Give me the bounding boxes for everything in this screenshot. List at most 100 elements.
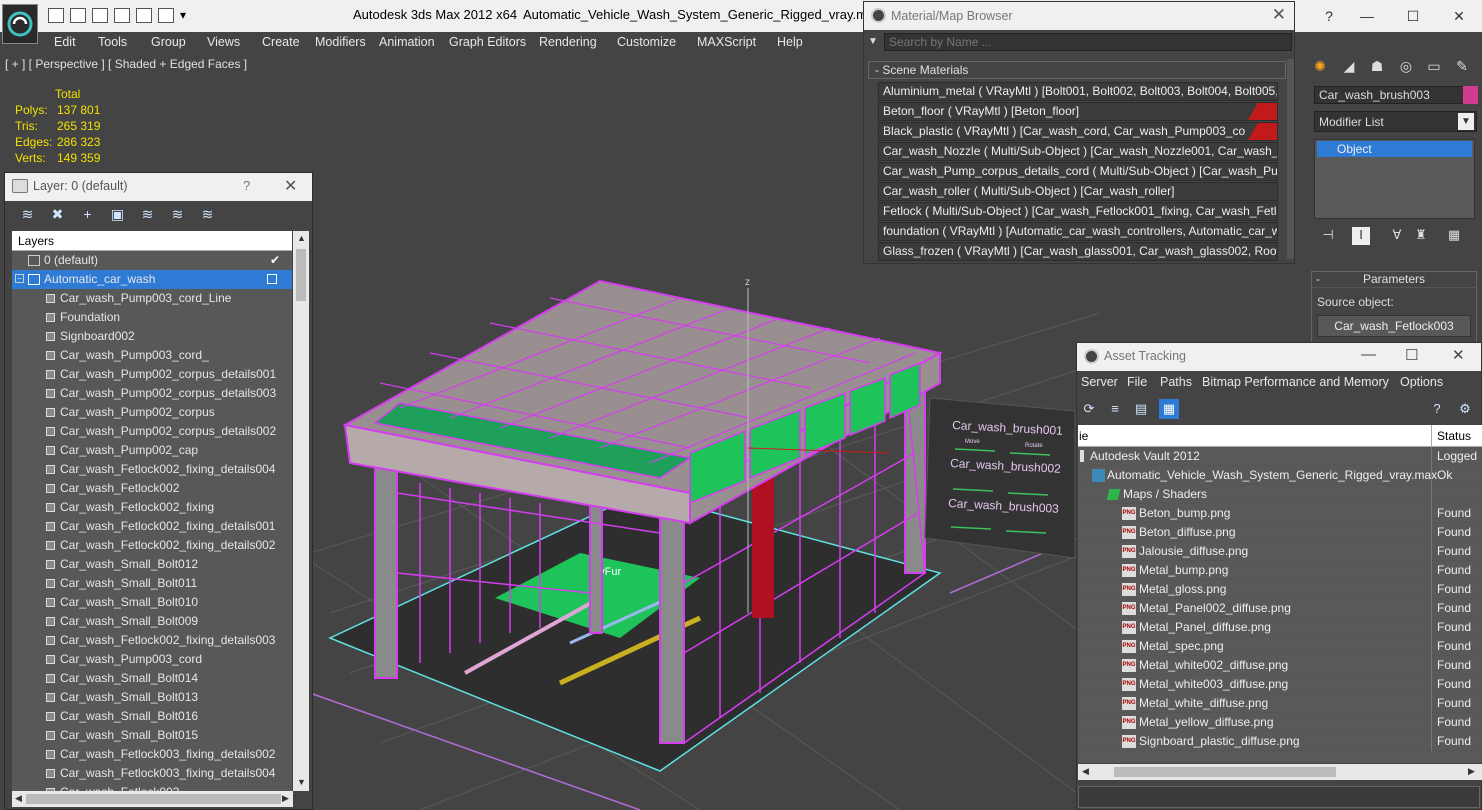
layer-object-row[interactable]: Car_wash_Pump003_cord_ (12, 346, 292, 365)
layer-object-row[interactable]: Car_wash_Small_Bolt013 (12, 688, 292, 707)
layer-object-row[interactable]: Car_wash_Fetlock003_fixing_details002 (12, 745, 292, 764)
maximize-icon[interactable]: ☐ (1390, 0, 1436, 32)
material-row[interactable]: Black_plastic ( VRayMtl ) [Car_wash_cord… (878, 122, 1278, 141)
table-row-vault[interactable]: Autodesk Vault 2012 Logged (1078, 447, 1482, 466)
make-unique-icon[interactable]: ∀ (1388, 227, 1406, 245)
chevron-down-icon[interactable]: ▼ (1458, 113, 1474, 130)
menu-help[interactable]: Help (777, 35, 803, 49)
scroll-up-icon[interactable]: ▲ (297, 233, 306, 243)
menu-options[interactable]: Options (1400, 375, 1443, 389)
select-objects-icon[interactable]: ▣ (109, 207, 126, 222)
menu-animation[interactable]: Animation (379, 35, 435, 49)
add-to-layer-icon[interactable]: + (79, 207, 96, 222)
layer-vertical-scrollbar[interactable]: ▲ ▼ (293, 231, 309, 791)
table-row[interactable]: PNG Beton_bump.png Found (1078, 504, 1482, 523)
hierarchy-tab-icon[interactable]: ☗ (1367, 58, 1387, 78)
configure-sets-icon[interactable]: ▦ (1445, 227, 1463, 245)
material-row[interactable]: Aluminium_metal ( VRayMtl ) [Bolt001, Bo… (878, 82, 1278, 101)
active-layer-icon[interactable] (267, 274, 277, 284)
close-icon[interactable]: ✕ (1452, 346, 1465, 364)
modifier-list-dropdown[interactable]: Modifier List ▼ (1314, 111, 1477, 132)
menu-customize[interactable]: Customize (617, 35, 676, 49)
material-row[interactable]: Car_wash_Pump_corpus_details_cord ( Mult… (878, 162, 1278, 181)
layer-object-row[interactable]: Car_wash_Small_Bolt016 (12, 707, 292, 726)
menu-graph-editors[interactable]: Graph Editors (449, 35, 526, 49)
layer-row-default[interactable]: 0 (default) ✔ (12, 251, 292, 270)
material-search-input[interactable] (884, 33, 1292, 51)
menu-paths[interactable]: Paths (1160, 375, 1192, 389)
table-view-icon[interactable]: ▦ (1159, 399, 1179, 419)
table-row[interactable]: PNG Metal_Panel002_diffuse.png Found (1078, 599, 1482, 618)
material-row[interactable]: Car_wash_Nozzle ( Multi/Sub-Object ) [Ca… (878, 142, 1278, 161)
layer-row-selected[interactable]: − Automatic_car_wash (12, 270, 292, 289)
scroll-left-icon[interactable]: ◀ (1082, 766, 1089, 777)
parameters-header[interactable]: - Parameters (1312, 272, 1476, 288)
context-help-icon[interactable]: ⚙ (1455, 399, 1475, 419)
layer-object-row[interactable]: Car_wash_Fetlock002_fixing_details003 (12, 631, 292, 650)
help-button[interactable]: ? (243, 178, 250, 193)
column-name[interactable]: ie (1079, 429, 1088, 443)
app-logo-icon[interactable] (2, 4, 38, 44)
table-row-maps-folder[interactable]: Maps / Shaders (1078, 485, 1482, 504)
create-layer-icon[interactable]: ≋ (19, 207, 36, 222)
material-list-scrollbar[interactable] (1287, 59, 1294, 259)
table-row[interactable]: PNG Metal_bump.png Found (1078, 561, 1482, 580)
menu-bitmap-performance[interactable]: Bitmap Performance and Memory (1202, 375, 1389, 389)
table-row-file[interactable]: Automatic_Vehicle_Wash_System_Generic_Ri… (1078, 466, 1482, 485)
table-row[interactable]: PNG Metal_white002_diffuse.png Found (1078, 656, 1482, 675)
layer-object-row[interactable]: Car_wash_Small_Bolt015 (12, 726, 292, 745)
menu-maxscript[interactable]: MAXScript (697, 35, 756, 49)
table-row[interactable]: PNG Metal_yellow_diffuse.png Found (1078, 713, 1482, 732)
layer-object-row[interactable]: Car_wash_Pump003_cord_Line (12, 289, 292, 308)
checkmark-icon[interactable]: ✔ (270, 251, 280, 270)
layer-object-row[interactable]: Car_wash_Pump002_corpus_details003 (12, 384, 292, 403)
source-object-button[interactable]: Car_wash_Fetlock003 (1317, 315, 1471, 337)
menu-views[interactable]: Views (207, 35, 240, 49)
delete-layer-icon[interactable]: ✖ (49, 207, 66, 222)
layer-object-row[interactable]: Car_wash_Fetlock003_fixing_details004 (12, 764, 292, 783)
scene-materials-section[interactable]: - Scene Materials (868, 61, 1286, 79)
stack-item-object[interactable]: Object (1317, 141, 1472, 157)
layer-object-row[interactable]: Foundation (12, 308, 292, 327)
hold-icon[interactable] (136, 8, 152, 23)
material-row[interactable]: foundation ( VRayMtl ) [Automatic_car_wa… (878, 222, 1278, 241)
table-row[interactable]: PNG Metal_white_diffuse.png Found (1078, 694, 1482, 713)
layer-object-row[interactable]: Car_wash_Small_Bolt012 (12, 555, 292, 574)
layer-object-row[interactable]: Car_wash_Pump002_corpus_details002 (12, 422, 292, 441)
modify-tab-icon[interactable]: ◢ (1339, 58, 1359, 78)
table-row[interactable]: PNG Metal_gloss.png Found (1078, 580, 1482, 599)
table-row[interactable]: PNG Metal_spec.png Found (1078, 637, 1482, 656)
layer-object-row[interactable]: Car_wash_Pump003_cord (12, 650, 292, 669)
table-row[interactable]: PNG Metal_Panel_diffuse.png Found (1078, 618, 1482, 637)
pin-stack-icon[interactable]: ⊣ (1319, 227, 1337, 245)
motion-tab-icon[interactable]: ◎ (1396, 58, 1416, 78)
layer-object-row[interactable]: Car_wash_Small_Bolt014 (12, 669, 292, 688)
layer-horizontal-scrollbar[interactable]: ◀ ▶ (12, 791, 293, 807)
object-name-field[interactable] (1314, 86, 1464, 104)
layer-object-row[interactable]: Car_wash_Small_Bolt010 (12, 593, 292, 612)
maximize-icon[interactable]: ☐ (1405, 346, 1418, 364)
highlight-layer-icon[interactable]: ≋ (139, 207, 156, 222)
table-row[interactable]: PNG Signboard_plastic_diffuse.png Found (1078, 732, 1482, 751)
menu-edit[interactable]: Edit (54, 35, 76, 49)
utilities-tab-icon[interactable]: ✎ (1452, 58, 1472, 78)
menu-rendering[interactable]: Rendering (539, 35, 597, 49)
table-row[interactable]: PNG Beton_diffuse.png Found (1078, 523, 1482, 542)
menu-tools[interactable]: Tools (98, 35, 127, 49)
redo-icon[interactable] (114, 8, 130, 23)
layer-object-row[interactable]: Car_wash_Fetlock002_fixing (12, 498, 292, 517)
menu-server[interactable]: Server (1081, 375, 1118, 389)
layer-object-row[interactable]: Car_wash_Pump002_corpus (12, 403, 292, 422)
scroll-left-icon[interactable]: ◀ (15, 793, 22, 804)
hide-all-icon[interactable]: ≋ (169, 207, 186, 222)
undo-icon[interactable] (92, 8, 108, 23)
close-icon[interactable]: ✕ (1436, 0, 1482, 32)
freeze-all-icon[interactable]: ≋ (199, 207, 216, 222)
menu-group[interactable]: Group (151, 35, 186, 49)
help-icon[interactable]: ? (1314, 0, 1344, 32)
minimize-icon[interactable]: — (1361, 346, 1376, 363)
layer-object-row[interactable]: Car_wash_Fetlock002_fixing_details002 (12, 536, 292, 555)
material-row[interactable]: Glass_frozen ( VRayMtl ) [Car_wash_glass… (878, 242, 1278, 261)
scroll-right-icon[interactable]: ▶ (1468, 766, 1475, 777)
column-status[interactable]: Status (1437, 429, 1471, 443)
